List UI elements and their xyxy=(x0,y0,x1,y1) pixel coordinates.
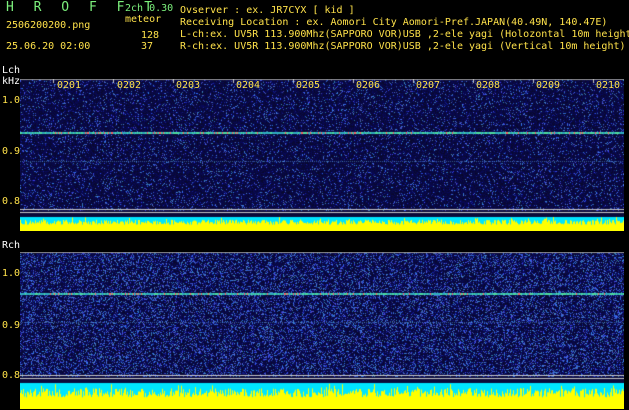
datetime: 25.06.20 02:00 xyxy=(6,41,91,52)
lch-ytick-1.0: 1.0 xyxy=(2,95,21,106)
time-tick: 0206 xyxy=(356,80,381,91)
lch-ytick-0.9: 0.9 xyxy=(2,146,21,157)
time-tick: 0209 xyxy=(536,80,561,91)
rch-meteor-count: 37 xyxy=(141,41,154,52)
location-info: Receiving Location : ex. Aomori City Aom… xyxy=(180,17,608,28)
time-tick: 0205 xyxy=(296,80,321,91)
time-tick: 0210 xyxy=(596,80,621,91)
time-tick: 0208 xyxy=(476,80,501,91)
meteor-label: meteor xyxy=(125,14,162,25)
version-label: 2ch 0.30 xyxy=(125,3,174,14)
time-tick: 0203 xyxy=(176,80,201,91)
time-tick: 0207 xyxy=(416,80,441,91)
rch-spectrogram xyxy=(20,252,624,409)
lch-meteor-count: 128 xyxy=(141,30,160,41)
time-tick: 0202 xyxy=(117,80,142,91)
time-tick: 0201 xyxy=(57,80,82,91)
rch-ytick-1.0: 1.0 xyxy=(2,268,21,279)
rch-label: Rch xyxy=(2,240,21,251)
lch-ytick-0.8: 0.8 xyxy=(2,196,21,207)
lch-label: Lch xyxy=(2,65,21,76)
rch-info: R-ch:ex. UV5R 113.900Mhz(SAPPORO VOR)USB… xyxy=(180,41,626,52)
filename: 2506200200.png xyxy=(6,20,91,31)
rch-ytick-0.8: 0.8 xyxy=(2,370,21,381)
time-tick: 0204 xyxy=(236,80,261,91)
observer-info: Ovserver : ex. JR7CYX [ kid ] xyxy=(180,5,355,16)
rch-ytick-0.9: 0.9 xyxy=(2,320,21,331)
lch-spectrogram xyxy=(20,79,624,231)
lch-info: L-ch:ex. UV5R 113.900Mhz(SAPPORO VOR)USB… xyxy=(180,29,629,40)
lch-unit: kHz xyxy=(2,76,21,87)
